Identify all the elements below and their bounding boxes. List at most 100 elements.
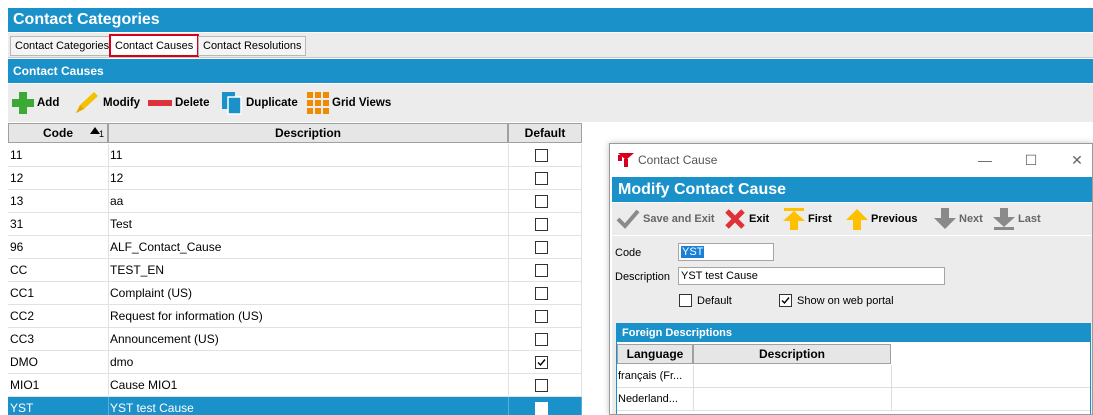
dialog-titlebar[interactable]: Contact Cause — ☐ ✕ bbox=[610, 144, 1092, 176]
next-label: Next bbox=[959, 213, 983, 225]
checkmark-icon bbox=[616, 209, 640, 229]
previous-button[interactable]: Previous bbox=[846, 208, 917, 230]
first-button[interactable]: First bbox=[783, 208, 832, 230]
column-header-code[interactable]: Code 1 bbox=[8, 123, 108, 143]
language-cell: Nederland... bbox=[618, 393, 678, 405]
delete-label: Delete bbox=[175, 97, 210, 109]
default-checkbox[interactable] bbox=[535, 379, 548, 392]
default-checkbox[interactable] bbox=[535, 149, 548, 162]
tab-contact-categories[interactable]: Contact Categories bbox=[10, 36, 115, 56]
show-on-web-portal-checkbox[interactable]: Show on web portal bbox=[779, 294, 894, 307]
table-row[interactable]: CC TEST_EN bbox=[8, 259, 582, 282]
default-checkbox[interactable] bbox=[535, 264, 548, 277]
grid-views-label: Grid Views bbox=[332, 97, 392, 109]
table-row[interactable]: CC2 Request for information (US) bbox=[8, 305, 582, 328]
code-header-label: Code bbox=[43, 126, 73, 140]
table-row[interactable]: YST YST test Cause bbox=[8, 397, 582, 415]
first-label: First bbox=[808, 213, 832, 225]
last-button[interactable]: Last bbox=[993, 208, 1041, 230]
checkmark-icon bbox=[781, 297, 790, 305]
code-field[interactable]: YST bbox=[678, 243, 774, 261]
delete-button[interactable]: Delete bbox=[148, 91, 210, 115]
table-row[interactable]: 31 Test bbox=[8, 213, 582, 236]
default-checkbox-box[interactable] bbox=[679, 294, 692, 307]
default-checkbox[interactable] bbox=[535, 195, 548, 208]
column-divider bbox=[108, 259, 109, 282]
foreign-descriptions-panel: Foreign Descriptions Language Descriptio… bbox=[616, 323, 1091, 414]
grid-views-button[interactable]: Grid Views bbox=[307, 91, 391, 115]
dialog-toolbar: Save and Exit Exit First Previous Next L… bbox=[612, 203, 1092, 235]
foreign-descriptions-title: Foreign Descriptions bbox=[617, 324, 1090, 342]
default-checkbox[interactable] bbox=[535, 356, 548, 369]
tab-contact-causes[interactable]: Contact Causes bbox=[109, 34, 200, 57]
save-and-exit-button[interactable]: Save and Exit bbox=[616, 208, 715, 230]
table-row[interactable]: CC3 Announcement (US) bbox=[8, 328, 582, 351]
default-checkbox[interactable] bbox=[535, 310, 548, 323]
column-divider bbox=[108, 305, 109, 328]
dialog-form: Code YST Description YST test Cause Defa… bbox=[612, 236, 1092, 414]
close-button[interactable]: ✕ bbox=[1062, 148, 1092, 172]
web-portal-checkbox-box[interactable] bbox=[779, 294, 792, 307]
column-divider bbox=[508, 282, 509, 305]
default-checkbox[interactable] bbox=[535, 241, 548, 254]
tab-contact-resolutions[interactable]: Contact Resolutions bbox=[198, 36, 307, 56]
table-row[interactable]: DMO dmo bbox=[8, 351, 582, 374]
modify-label: Modify bbox=[103, 97, 141, 109]
table-row[interactable]: 13 aa bbox=[8, 190, 582, 213]
column-header-foreign-description[interactable]: Description bbox=[693, 344, 891, 364]
table-row[interactable]: MIO1 Cause MIO1 bbox=[8, 374, 582, 397]
column-divider bbox=[508, 213, 509, 236]
table-row[interactable]: 12 12 bbox=[8, 167, 582, 190]
exit-label: Exit bbox=[749, 213, 770, 225]
table-row[interactable]: 11 11 bbox=[8, 144, 582, 167]
code-cell: 96 bbox=[10, 240, 24, 254]
web-portal-checkbox-label: Show on web portal bbox=[797, 294, 894, 307]
table-row[interactable]: français (Fr... bbox=[617, 365, 1090, 388]
column-header-default[interactable]: Default bbox=[508, 123, 582, 143]
default-checkbox[interactable] bbox=[535, 402, 548, 415]
add-button[interactable]: Add bbox=[12, 91, 59, 115]
last-label: Last bbox=[1018, 213, 1041, 225]
description-field[interactable]: YST test Cause bbox=[678, 267, 945, 285]
default-checkbox[interactable] bbox=[535, 287, 548, 300]
description-label: Description bbox=[615, 271, 671, 283]
default-checkbox[interactable]: Default bbox=[679, 294, 732, 307]
contact-cause-dialog: Contact Cause — ☐ ✕ Modify Contact Cause… bbox=[609, 143, 1093, 415]
arrow-down-icon bbox=[934, 208, 956, 229]
description-cell: TEST_EN bbox=[110, 263, 165, 277]
column-divider bbox=[693, 388, 694, 411]
column-divider bbox=[108, 167, 109, 190]
next-button[interactable]: Next bbox=[934, 208, 983, 230]
app-logo-icon bbox=[618, 153, 634, 167]
default-checkbox[interactable] bbox=[535, 172, 548, 185]
minimize-button[interactable]: — bbox=[970, 148, 1000, 172]
default-checkbox[interactable] bbox=[535, 333, 548, 346]
table-row[interactable]: CC1 Complaint (US) bbox=[8, 282, 582, 305]
table-row[interactable]: 96 ALF_Contact_Cause bbox=[8, 236, 582, 259]
arrow-up-first-icon bbox=[783, 208, 805, 230]
default-checkbox[interactable] bbox=[535, 218, 548, 231]
duplicate-button[interactable]: Duplicate bbox=[221, 91, 298, 115]
exit-button[interactable]: Exit bbox=[724, 208, 769, 230]
column-divider bbox=[108, 397, 109, 415]
code-cell: DMO bbox=[10, 355, 38, 369]
column-divider bbox=[108, 236, 109, 259]
description-cell: 12 bbox=[110, 171, 124, 185]
grid-icon bbox=[307, 92, 329, 114]
modify-button[interactable]: Modify bbox=[74, 91, 140, 115]
code-cell: CC3 bbox=[10, 332, 35, 346]
column-header-language[interactable]: Language bbox=[617, 344, 693, 364]
code-label: Code bbox=[615, 247, 642, 259]
column-divider bbox=[508, 236, 509, 259]
column-divider bbox=[508, 144, 509, 167]
description-cell: dmo bbox=[110, 355, 134, 369]
table-row[interactable]: Nederland... bbox=[617, 388, 1090, 411]
maximize-button[interactable]: ☐ bbox=[1016, 148, 1046, 172]
dialog-window-title: Contact Cause bbox=[638, 153, 718, 167]
column-divider bbox=[108, 374, 109, 397]
column-divider bbox=[508, 305, 509, 328]
window-title: Contact Categories bbox=[8, 8, 1093, 32]
code-cell: 12 bbox=[10, 171, 24, 185]
column-header-description[interactable]: Description bbox=[108, 123, 508, 143]
minus-icon bbox=[148, 100, 172, 106]
